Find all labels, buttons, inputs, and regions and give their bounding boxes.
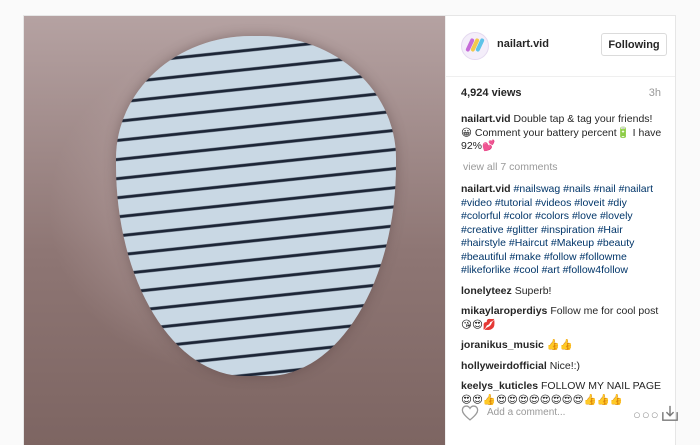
comment-username[interactable]: hollyweirdofficial xyxy=(461,360,547,372)
caption-username[interactable]: nailart.vid xyxy=(461,113,511,125)
post-timestamp[interactable]: 3h xyxy=(649,87,661,99)
comment-item: joranikus_music 👍👍 xyxy=(461,339,663,353)
caption: nailart.vid Double tap & tag your friend… xyxy=(461,113,663,154)
comment-text: 👍👍 xyxy=(546,339,573,351)
hashtag-link[interactable]: #art xyxy=(542,264,560,276)
hashtag-link[interactable]: #video xyxy=(461,197,492,209)
avatar[interactable] xyxy=(461,32,489,60)
following-button[interactable]: Following xyxy=(601,33,667,56)
hashtag-link[interactable]: #likeforlike xyxy=(461,264,511,276)
hashtag-link[interactable]: #color xyxy=(504,210,533,222)
hashtag-link[interactable]: #nailswag xyxy=(514,183,561,195)
add-comment-input[interactable]: Add a comment... xyxy=(487,407,565,418)
hashtag-link[interactable]: #beauty xyxy=(597,237,634,249)
comment-item: lonelyteez Superb! xyxy=(461,285,663,299)
hashtag-link[interactable]: #loveit xyxy=(574,197,604,209)
save-icon[interactable] xyxy=(661,405,679,422)
hashtag-link[interactable]: #followme xyxy=(580,251,627,263)
hashtag-link[interactable]: #make xyxy=(509,251,541,263)
comment-text: Superb! xyxy=(514,284,552,297)
comment-username[interactable]: keelys_kuticles xyxy=(461,380,538,392)
post-sidebar: nailart.vid Following 4,924 views 3h nai… xyxy=(445,16,678,445)
hashtag-link[interactable]: #creative xyxy=(461,224,504,236)
hashtag-link[interactable]: #Makeup xyxy=(551,237,594,249)
hashtag-link[interactable]: #nails xyxy=(563,183,590,195)
hashtag-link[interactable]: #lovely xyxy=(600,210,633,222)
view-count: 4,924 views xyxy=(461,87,522,99)
hashtag-link[interactable]: #hairstyle xyxy=(461,237,506,249)
hashtag-link[interactable]: #Haircut xyxy=(509,237,548,249)
post-card: nailart.vid Following 4,924 views 3h nai… xyxy=(23,15,678,445)
comment-text: Nice!:) xyxy=(549,359,581,372)
hashtag-link[interactable]: #glitter xyxy=(507,224,539,236)
post-footer: Add a comment... ○○○ xyxy=(461,402,678,424)
comment-rows: lonelyteez Superb! mikaylaroperdiys Follo… xyxy=(461,285,663,408)
more-options-icon[interactable]: ○○○ xyxy=(633,407,660,422)
hashtag-link[interactable]: #cool xyxy=(514,264,539,276)
hashtag-link[interactable]: #inspiration xyxy=(541,224,595,236)
hashtag-comment-username[interactable]: nailart.vid xyxy=(461,183,511,195)
hashtag-link[interactable]: #diy xyxy=(608,197,627,209)
post-username[interactable]: nailart.vid xyxy=(497,38,549,50)
post-meta: 4,924 views 3h xyxy=(461,87,661,101)
hashtag-link[interactable]: #love xyxy=(572,210,597,222)
hashtag-link[interactable]: #colorful xyxy=(461,210,501,222)
hashtag-comment: nailart.vid #nailswag #nails #nail #nail… xyxy=(461,183,663,278)
hashtag-link[interactable]: #follow4follow xyxy=(563,264,628,276)
hashtag-link[interactable]: #colors xyxy=(535,210,569,222)
comment-item: mikaylaroperdiys Follow me for cool post… xyxy=(461,305,663,332)
comment-username[interactable]: lonelyteez xyxy=(461,285,512,297)
comment-item: hollyweirdofficial Nice!:) xyxy=(461,360,663,374)
hashtag-link[interactable]: #follow xyxy=(544,251,577,263)
comment-username[interactable]: joranikus_music xyxy=(461,339,544,351)
view-all-comments-link[interactable]: view all 7 comments xyxy=(463,161,663,175)
hashtag-link[interactable]: #nail xyxy=(594,183,616,195)
hashtag-link[interactable]: #beautiful xyxy=(461,251,507,263)
post-video[interactable] xyxy=(24,16,445,445)
hashtag-link[interactable]: #videos xyxy=(535,197,571,209)
post-header: nailart.vid Following xyxy=(446,16,675,77)
comment-list: nailart.vid Double tap & tag your friend… xyxy=(461,113,663,414)
hashtag-link[interactable]: #tutorial xyxy=(495,197,532,209)
comment-username[interactable]: mikaylaroperdiys xyxy=(461,305,547,317)
hashtag-link[interactable]: #Hair xyxy=(598,224,623,236)
hashtag-link[interactable]: #nailart xyxy=(619,183,653,195)
heart-icon[interactable] xyxy=(461,405,479,421)
